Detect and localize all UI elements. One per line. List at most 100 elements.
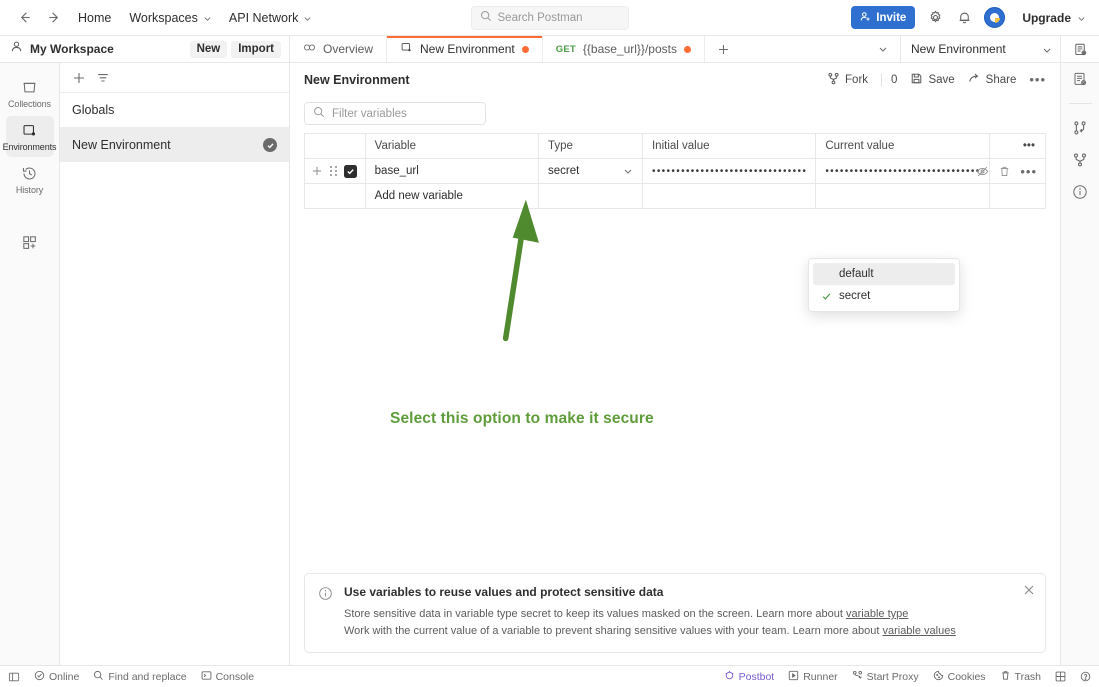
dropdown-option-secret[interactable]: secret [813,285,955,307]
invite-person-icon [860,11,871,25]
avatar[interactable] [984,7,1006,28]
grid-plus-icon[interactable] [6,228,54,256]
variable-values-link[interactable]: variable values [882,625,955,637]
status-online[interactable]: Online [34,670,79,684]
environment-more-options-ellipsis-icon[interactable]: ••• [1029,73,1046,86]
row-enabled-checkbox[interactable] [344,164,357,178]
back-icon[interactable] [16,10,32,26]
add-row-type-cell[interactable] [538,183,643,209]
help-icon[interactable] [1080,671,1091,682]
postbot-button[interactable]: Postbot [724,670,774,684]
overview-icon [303,41,316,57]
initial-value-cell[interactable]: •••••••••••••••••••••••••••••••• [642,158,817,184]
unsaved-indicator-dot [521,45,529,53]
global-search-container: Search Postman [470,5,629,30]
fork-icon[interactable] [1072,152,1088,168]
top-bar-actions: Invite Upgrade [851,6,1089,29]
trash-icon [1000,670,1011,684]
drag-handle-icon[interactable] [329,165,338,177]
console-button[interactable]: Console [201,670,254,684]
info-banner-title: Use variables to reuse values and protec… [344,584,664,599]
tab-get-request[interactable]: GET {{base_url}}/posts [543,36,705,62]
environment-quick-look-icon[interactable] [1072,71,1088,87]
current-value-cell[interactable]: •••••••••••••••••••••••••••••••••• [815,158,990,184]
new-button[interactable]: New [189,40,228,58]
add-row-initial-cell[interactable] [642,183,817,209]
share-button[interactable]: Share [968,72,1016,88]
variable-type-value: secret [547,165,580,177]
nav-home[interactable]: Home [78,11,111,25]
cookies-button[interactable]: Cookies [933,670,986,684]
invite-button[interactable]: Invite [851,6,916,29]
row-handle-cell [304,158,366,184]
info-banner-line-1: Store sensitive data in variable type se… [344,606,956,623]
runner-button[interactable]: Runner [788,670,838,684]
tab-strip: Overview New Environment GET {{base_url}… [290,36,900,62]
import-button[interactable]: Import [231,40,281,58]
environment-list-item[interactable]: New Environment [60,128,289,162]
fork-count[interactable]: 0 [881,73,897,86]
add-new-variable-row[interactable]: Add new variable [304,183,1046,209]
chevron-down-icon [203,14,211,22]
search-input[interactable]: Search Postman [470,5,629,30]
start-proxy-button[interactable]: Start Proxy [852,670,919,684]
info-banner-line-2-text: Work with the current value of a variabl… [344,624,883,637]
nav-workspaces[interactable]: Workspaces [129,11,211,25]
app-body: Collections Environments History Globals… [0,63,1099,665]
start-proxy-label: Start Proxy [866,670,919,683]
filter-variables-input[interactable]: Filter variables [304,102,486,125]
trash-button[interactable]: Trash [1000,670,1041,684]
table-header-blank [304,133,366,159]
gear-icon[interactable] [926,9,944,27]
add-new-variable-placeholder[interactable]: Add new variable [365,183,539,209]
find-and-replace-button[interactable]: Find and replace [93,670,187,684]
annotation-text: Select this option to make it secure [390,410,654,427]
fork-button[interactable]: Fork [827,72,868,88]
trash-icon[interactable] [998,165,1011,178]
info-banner-line-1-text: Store sensitive data in variable type se… [344,607,846,620]
sidebar-item-collections[interactable]: Collections [6,73,54,114]
filter-icon[interactable] [96,71,110,85]
environment-editor-panel: New Environment Fork 0 Save Share ••• Fi… [290,63,1060,665]
table-row: base_url secret ••••••••••••••••••••••••… [304,158,1046,184]
forward-icon[interactable] [46,10,62,26]
tab-overflow-chevron-down-icon[interactable] [866,44,900,54]
bell-icon[interactable] [955,9,973,27]
nav-api-network-label: API Network [228,10,299,25]
page-title: New Environment [304,72,410,87]
environment-editor-actions: Fork 0 Save Share ••• [827,72,1046,88]
sidebar-item-history[interactable]: History [6,159,54,200]
environment-quick-look-icon[interactable] [1060,36,1099,62]
unsaved-indicator-dot [683,45,691,53]
variable-type-cell[interactable]: secret [538,158,643,184]
tab-overview[interactable]: Overview [290,36,388,62]
create-environment-plus-icon[interactable] [72,71,86,85]
environment-selector[interactable]: New Environment [900,36,1060,62]
pull-request-icon[interactable] [1072,120,1088,136]
panel-toggle-icon[interactable] [8,671,20,683]
add-row-plus-icon[interactable] [311,165,323,177]
add-row-current-cell[interactable] [815,183,990,209]
new-tab-button[interactable] [705,36,742,62]
row-more-options-ellipsis-icon[interactable]: ••• [1020,165,1037,178]
variable-type-link[interactable]: variable type [846,608,908,620]
variable-name-cell[interactable]: base_url [365,158,539,184]
save-button[interactable]: Save [910,72,955,88]
close-icon[interactable] [1023,584,1035,596]
tab-new-environment[interactable]: New Environment [387,36,543,62]
info-icon[interactable] [1072,184,1088,200]
nav-api-network[interactable]: API Network [229,11,311,25]
active-environment-check-icon [263,138,277,152]
eye-off-icon[interactable] [976,165,989,178]
table-column-options-ellipsis-icon[interactable]: ••• [989,133,1046,159]
workspace-and-tab-row: My Workspace New Import Overview New Env… [0,36,1099,63]
upgrade-button[interactable]: Upgrade [1016,11,1085,25]
table-header-current-value: Current value [815,133,990,159]
console-icon [201,670,212,684]
table-header-initial-value: Initial value [642,133,817,159]
layout-icon[interactable] [1055,671,1066,682]
dropdown-option-default[interactable]: default [813,263,955,285]
globals-row[interactable]: Globals [60,93,289,127]
search-icon [313,105,325,123]
sidebar-item-environments[interactable]: Environments [3,116,57,157]
